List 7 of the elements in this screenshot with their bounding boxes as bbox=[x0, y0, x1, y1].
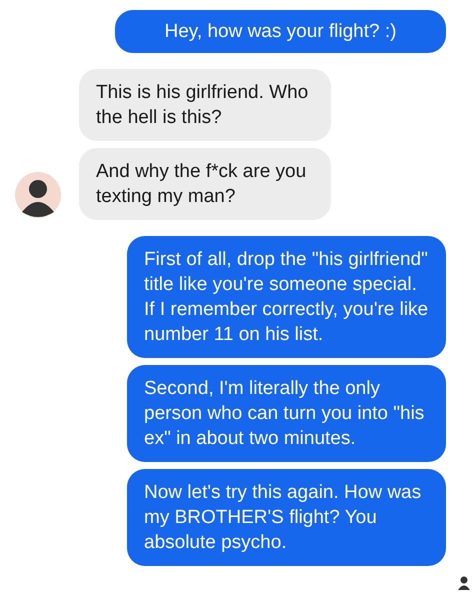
message-bubble: And why the f*ck are you texting my man? bbox=[79, 148, 331, 220]
message-bubble: This is his girlfriend. Who the hell is this? bbox=[79, 69, 331, 141]
message-bubble: Now let's try this again. How was my BROTHER'S flight? You absolute psycho. bbox=[127, 469, 446, 566]
avatar-icon bbox=[15, 172, 61, 218]
message-bubble: Second, I'm literally the only person who can turn you into "his ex" in about two minutes. bbox=[127, 365, 446, 462]
message-bubble: Hey, how was your flight? :) bbox=[115, 10, 446, 53]
message-bubble: First of all, drop the "his girlfriend" title like you're someone special. If I remember correctly, you're like number 11 on his list. bbox=[127, 236, 446, 358]
